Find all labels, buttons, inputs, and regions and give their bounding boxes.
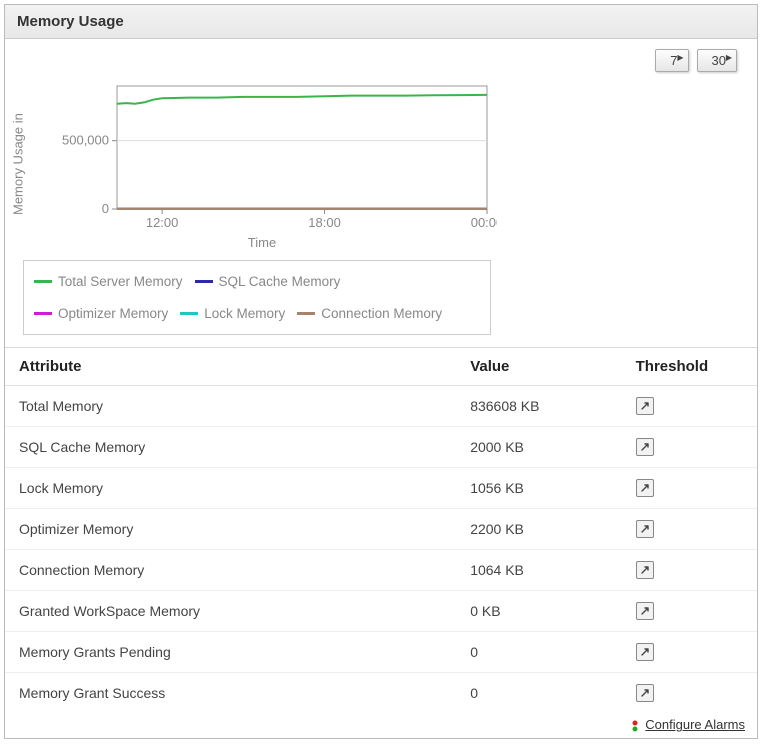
col-threshold: Threshold (622, 348, 757, 386)
attr-threshold (622, 673, 757, 714)
x-axis-label: Time (27, 233, 497, 250)
attr-name: Total Memory (5, 386, 456, 427)
memory-usage-panel: Memory Usage 7 ▶ 30 ▶ Memory Usage in 0 5… (4, 4, 758, 739)
attr-value: 0 (456, 632, 621, 673)
col-value: Value (456, 348, 621, 386)
panel-title: Memory Usage (5, 5, 757, 39)
table-row: Memory Grants Pending0 (5, 632, 757, 673)
threshold-config-icon[interactable] (636, 643, 654, 661)
chart: 0 500,000 12:00 18:00 00:00 Time (27, 78, 497, 250)
range-7-button[interactable]: 7 ▶ (655, 49, 688, 72)
footer: Configure Alarms (5, 713, 757, 738)
legend-swatch (34, 280, 52, 283)
legend-label: Lock Memory (204, 301, 285, 327)
legend-item: Connection Memory (297, 301, 442, 327)
legend-item: Optimizer Memory (34, 301, 168, 327)
legend-swatch (34, 312, 52, 315)
threshold-config-icon[interactable] (636, 602, 654, 620)
table-row: Memory Grant Success0 (5, 673, 757, 714)
attr-threshold (622, 427, 757, 468)
attr-name: Granted WorkSpace Memory (5, 591, 456, 632)
configure-alarms-link[interactable]: Configure Alarms (645, 717, 745, 732)
threshold-config-icon[interactable] (636, 684, 654, 702)
range-30-button[interactable]: 30 ▶ (697, 49, 737, 72)
svg-text:12:00: 12:00 (146, 215, 179, 230)
attr-name: Connection Memory (5, 550, 456, 591)
legend-item: Total Server Memory (34, 269, 183, 295)
attr-name: Memory Grants Pending (5, 632, 456, 673)
legend-label: SQL Cache Memory (219, 269, 341, 295)
attr-name: Lock Memory (5, 468, 456, 509)
attributes-table: Attribute Value Threshold Total Memory83… (5, 348, 757, 713)
attr-threshold (622, 509, 757, 550)
attr-value: 0 (456, 673, 621, 714)
legend-swatch (195, 280, 213, 283)
attr-value: 836608 KB (456, 386, 621, 427)
table-row: Optimizer Memory2200 KB (5, 509, 757, 550)
alarm-status-icon (629, 720, 641, 732)
attr-name: Memory Grant Success (5, 673, 456, 714)
attr-threshold (622, 386, 757, 427)
table-row: Granted WorkSpace Memory0 KB (5, 591, 757, 632)
panel-body: 7 ▶ 30 ▶ Memory Usage in 0 500,000 12:00 18… (5, 39, 757, 738)
legend-swatch (180, 312, 198, 315)
chart-legend: Total Server Memory SQL Cache Memory Optim… (23, 260, 491, 335)
legend-label: Optimizer Memory (58, 301, 168, 327)
attr-name: Optimizer Memory (5, 509, 456, 550)
svg-text:0: 0 (102, 201, 109, 216)
col-attribute: Attribute (5, 348, 456, 386)
attr-threshold (622, 591, 757, 632)
attr-name: SQL Cache Memory (5, 427, 456, 468)
svg-text:00:00: 00:00 (471, 215, 497, 230)
svg-text:500,000: 500,000 (62, 133, 109, 148)
line-chart-svg: 0 500,000 12:00 18:00 00:00 (27, 78, 497, 233)
attr-threshold (622, 468, 757, 509)
time-range-toolbar: 7 ▶ 30 ▶ (5, 39, 757, 76)
svg-text:18:00: 18:00 (308, 215, 341, 230)
attr-value: 0 KB (456, 591, 621, 632)
threshold-config-icon[interactable] (636, 561, 654, 579)
attr-threshold (622, 632, 757, 673)
chart-area: Memory Usage in 0 500,000 12:00 18:00 00:00 … (5, 76, 757, 252)
legend-label: Total Server Memory (58, 269, 183, 295)
table-row: Connection Memory1064 KB (5, 550, 757, 591)
threshold-config-icon[interactable] (636, 438, 654, 456)
table-row: SQL Cache Memory2000 KB (5, 427, 757, 468)
y-axis-label: Memory Usage in (9, 78, 27, 250)
attr-value: 1056 KB (456, 468, 621, 509)
legend-item: Lock Memory (180, 301, 285, 327)
attr-value: 2200 KB (456, 509, 621, 550)
table-row: Total Memory836608 KB (5, 386, 757, 427)
legend-label: Connection Memory (321, 301, 442, 327)
play-icon: ▶ (726, 53, 732, 62)
play-icon: ▶ (677, 53, 683, 62)
table-row: Lock Memory1056 KB (5, 468, 757, 509)
threshold-config-icon[interactable] (636, 479, 654, 497)
attr-value: 2000 KB (456, 427, 621, 468)
attr-threshold (622, 550, 757, 591)
threshold-config-icon[interactable] (636, 520, 654, 538)
range-30-label: 30 (712, 53, 726, 68)
legend-swatch (297, 312, 315, 315)
threshold-config-icon[interactable] (636, 397, 654, 415)
attr-value: 1064 KB (456, 550, 621, 591)
legend-item: SQL Cache Memory (195, 269, 341, 295)
